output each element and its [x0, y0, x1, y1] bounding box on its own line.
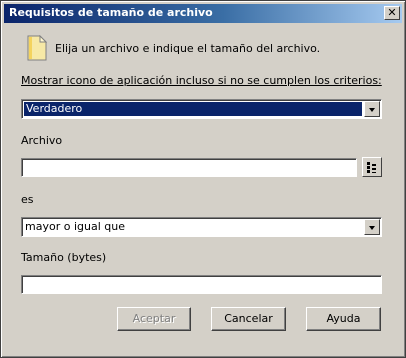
operator-dropdown-button[interactable]: [364, 219, 380, 235]
window-title: Requisitos de tamaño de archivo: [9, 6, 213, 19]
show-icon-select[interactable]: Verdadero: [21, 99, 382, 119]
dialog-window: Requisitos de tamaño de archivo ✕ Elija …: [0, 0, 406, 358]
file-input[interactable]: [21, 158, 357, 177]
browse-tree-icon: [367, 162, 376, 173]
close-button[interactable]: ✕: [384, 6, 400, 20]
chevron-down-icon: [369, 226, 375, 230]
file-label: Archivo: [21, 134, 63, 147]
operator-select[interactable]: mayor o igual que: [21, 217, 382, 237]
chevron-down-icon: [369, 108, 375, 112]
title-bar[interactable]: Requisitos de tamaño de archivo ✕: [4, 4, 402, 23]
operator-label: es: [21, 193, 34, 206]
show-icon-dropdown-button[interactable]: [364, 101, 380, 117]
size-label: Tamaño (bytes): [21, 251, 107, 264]
accept-button[interactable]: Aceptar: [117, 307, 191, 331]
operator-selected-value: mayor o igual que: [25, 220, 125, 233]
show-icon-selected-value: Verdadero: [24, 102, 362, 116]
header-instructions: Elija un archivo e indique el tamaño del…: [55, 42, 321, 55]
show-icon-label: Mostrar icono de aplicación incluso si n…: [21, 74, 382, 87]
help-button[interactable]: Ayuda: [306, 307, 381, 331]
document-icon: [27, 35, 47, 61]
size-input[interactable]: [21, 275, 382, 294]
browse-button[interactable]: [362, 157, 382, 177]
cancel-button[interactable]: Cancelar: [211, 307, 286, 331]
